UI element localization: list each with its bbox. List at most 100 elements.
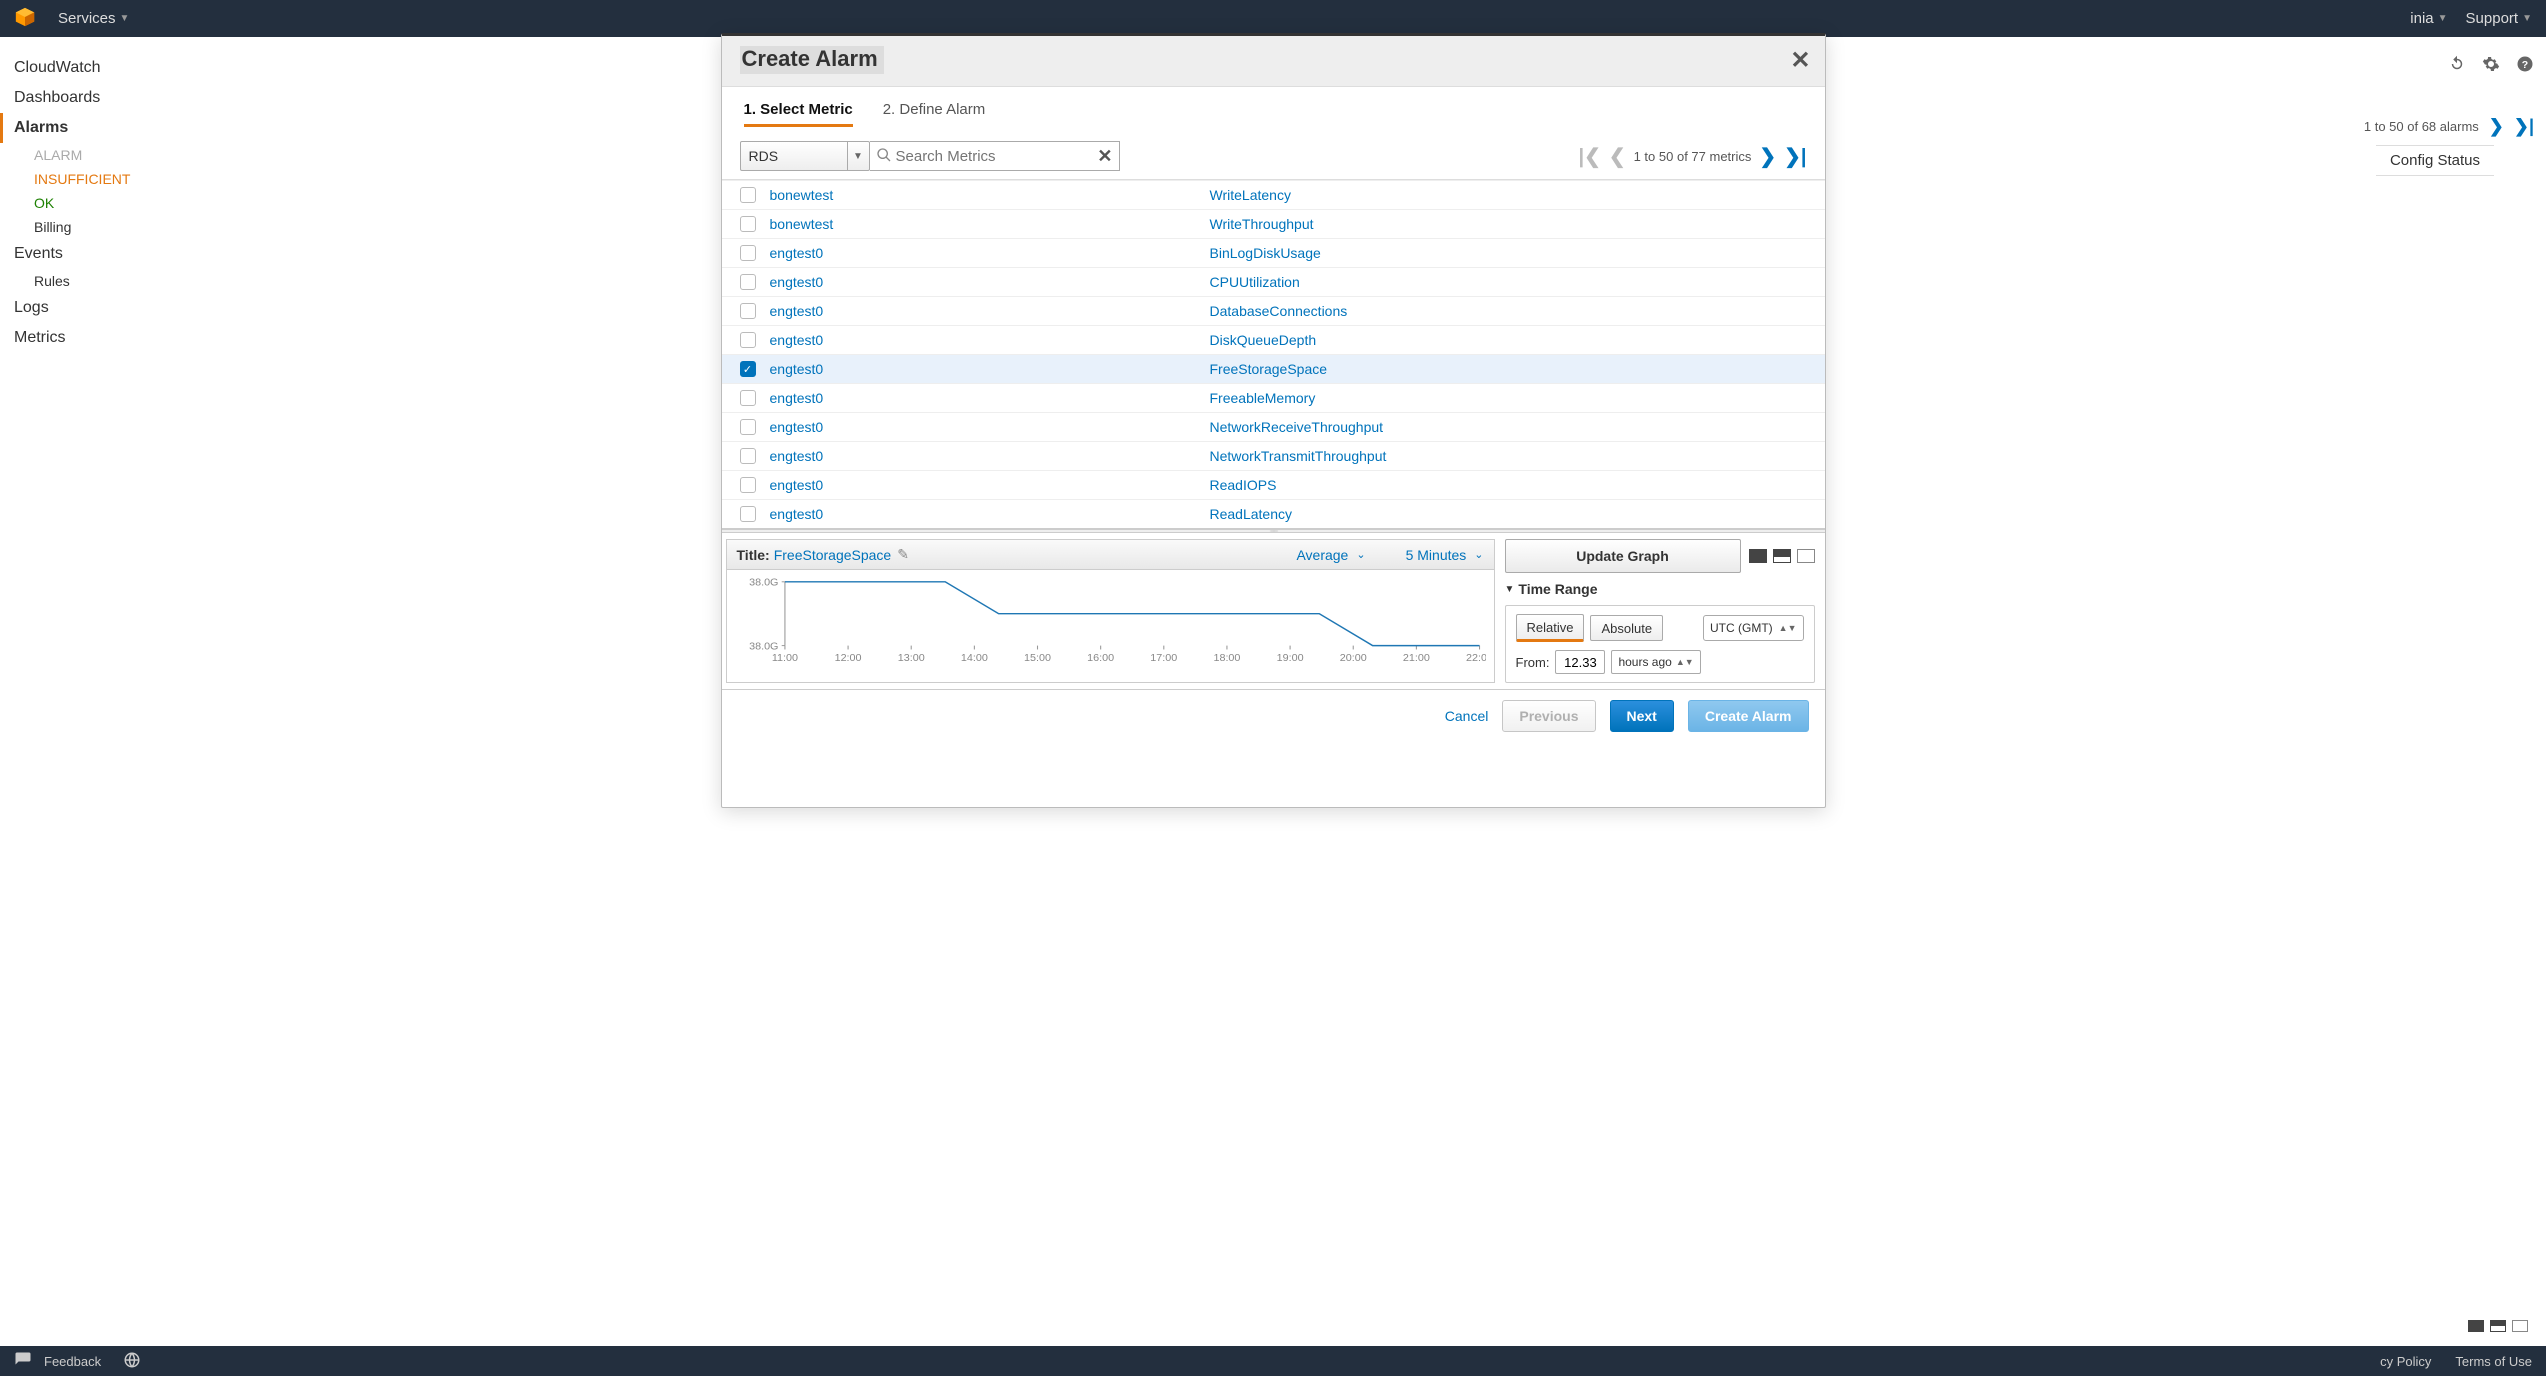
- statistic-select[interactable]: Average⌄: [1296, 547, 1365, 563]
- metric-db-identifier[interactable]: engtest0: [770, 477, 1210, 493]
- metric-row[interactable]: engtest0NetworkTransmitThroughput: [722, 441, 1825, 470]
- namespace-value: RDS: [749, 148, 779, 164]
- close-icon[interactable]: ✕: [1790, 46, 1810, 75]
- metric-row[interactable]: engtest0DatabaseConnections: [722, 296, 1825, 325]
- footer-bar: Feedback cy Policy Terms of Use: [0, 1346, 2546, 1376]
- feedback-link[interactable]: Feedback: [44, 1354, 101, 1369]
- metric-checkbox[interactable]: [740, 419, 756, 435]
- metric-checkbox[interactable]: [740, 332, 756, 348]
- edit-title-icon[interactable]: ✎: [897, 546, 909, 563]
- metric-name[interactable]: ReadIOPS: [1210, 477, 1277, 493]
- from-label: From:: [1516, 655, 1550, 670]
- metric-name[interactable]: NetworkTransmitThroughput: [1210, 448, 1387, 464]
- graph-layout-full-icon[interactable]: [1749, 549, 1767, 563]
- time-range-header[interactable]: ▼Time Range: [1505, 581, 1815, 597]
- metric-row[interactable]: engtest0DiskQueueDepth: [722, 325, 1825, 354]
- metric-name[interactable]: BinLogDiskUsage: [1210, 245, 1321, 261]
- metric-checkbox[interactable]: [740, 245, 756, 261]
- create-alarm-modal: Create Alarm ✕ 1. Select Metric 2. Defin…: [721, 33, 1826, 808]
- metric-row[interactable]: engtest0NetworkReceiveThroughput: [722, 412, 1825, 441]
- terms-link[interactable]: Terms of Use: [2455, 1354, 2532, 1369]
- metrics-first-page[interactable]: |❮: [1578, 144, 1600, 169]
- from-unit-select[interactable]: hours ago▲▼: [1611, 650, 1700, 674]
- metrics-table: bonewtestWriteLatencybonewtestWriteThrou…: [722, 180, 1825, 529]
- metric-row[interactable]: engtest0BinLogDiskUsage: [722, 238, 1825, 267]
- svg-text:18:00: 18:00: [1213, 654, 1240, 663]
- metric-name[interactable]: ReadLatency: [1210, 506, 1293, 522]
- feedback-icon[interactable]: [14, 1351, 32, 1372]
- svg-text:20:00: 20:00: [1339, 654, 1366, 663]
- metrics-prev-page[interactable]: ❮: [1609, 144, 1626, 169]
- metric-row[interactable]: ✓ engtest0FreeStorageSpace: [722, 354, 1825, 383]
- namespace-select[interactable]: RDS ▼: [740, 141, 870, 171]
- metrics-last-page[interactable]: ❯|: [1784, 144, 1806, 169]
- metric-db-identifier[interactable]: engtest0: [770, 332, 1210, 348]
- metric-checkbox[interactable]: [740, 274, 756, 290]
- graph-layout-empty-icon[interactable]: [1797, 549, 1815, 563]
- metric-db-identifier[interactable]: engtest0: [770, 506, 1210, 522]
- metrics-next-page[interactable]: ❯: [1759, 144, 1776, 169]
- support-menu[interactable]: Support▼: [2466, 10, 2532, 27]
- metric-checkbox[interactable]: [740, 303, 756, 319]
- search-input[interactable]: [896, 148, 1098, 165]
- globe-icon[interactable]: [123, 1351, 141, 1372]
- tab-relative[interactable]: Relative: [1516, 614, 1585, 642]
- svg-text:17:00: 17:00: [1150, 654, 1177, 663]
- metric-name[interactable]: WriteThroughput: [1210, 216, 1314, 232]
- metric-name[interactable]: WriteLatency: [1210, 187, 1291, 203]
- metric-row[interactable]: engtest0CPUUtilization: [722, 267, 1825, 296]
- region-menu[interactable]: inia▼: [2410, 10, 2447, 27]
- next-button[interactable]: Next: [1610, 700, 1674, 732]
- metric-db-identifier[interactable]: engtest0: [770, 245, 1210, 261]
- metric-db-identifier[interactable]: engtest0: [770, 419, 1210, 435]
- metric-checkbox[interactable]: [740, 448, 756, 464]
- create-alarm-button[interactable]: Create Alarm: [1688, 700, 1809, 732]
- privacy-link[interactable]: cy Policy: [2380, 1354, 2431, 1369]
- from-value-input[interactable]: [1555, 650, 1605, 674]
- metric-db-identifier[interactable]: engtest0: [770, 390, 1210, 406]
- metric-name[interactable]: FreeStorageSpace: [1210, 361, 1328, 377]
- update-graph-button[interactable]: Update Graph: [1505, 539, 1741, 573]
- metric-checkbox[interactable]: [740, 216, 756, 232]
- svg-text:14:00: 14:00: [960, 654, 987, 663]
- metric-db-identifier[interactable]: engtest0: [770, 274, 1210, 290]
- metric-db-identifier[interactable]: engtest0: [770, 448, 1210, 464]
- metric-name[interactable]: CPUUtilization: [1210, 274, 1300, 290]
- previous-button[interactable]: Previous: [1502, 700, 1595, 732]
- metric-row[interactable]: engtest0FreeableMemory: [722, 383, 1825, 412]
- step-define-alarm[interactable]: 2. Define Alarm: [883, 101, 986, 127]
- metric-row[interactable]: engtest0ReadIOPS: [722, 470, 1825, 499]
- metric-db-identifier[interactable]: bonewtest: [770, 216, 1210, 232]
- top-nav-bar: Services▼ inia▼ Support▼: [0, 0, 2546, 37]
- graph-layout-split-icon[interactable]: [1773, 549, 1791, 563]
- metric-name[interactable]: DatabaseConnections: [1210, 303, 1348, 319]
- metric-checkbox[interactable]: [740, 187, 756, 203]
- clear-search-icon[interactable]: ✕: [1097, 146, 1112, 167]
- step-select-metric[interactable]: 1. Select Metric: [744, 101, 853, 127]
- cancel-button[interactable]: Cancel: [1445, 708, 1489, 724]
- metric-name[interactable]: FreeableMemory: [1210, 390, 1316, 406]
- timezone-select[interactable]: UTC (GMT)▲▼: [1703, 615, 1803, 641]
- metric-row[interactable]: bonewtestWriteThroughput: [722, 209, 1825, 238]
- svg-text:22:00: 22:00: [1466, 654, 1486, 663]
- metric-name[interactable]: DiskQueueDepth: [1210, 332, 1317, 348]
- metric-row[interactable]: engtest0ReadLatency: [722, 499, 1825, 528]
- graph-title-value: FreeStorageSpace: [774, 547, 892, 563]
- metric-db-identifier[interactable]: bonewtest: [770, 187, 1210, 203]
- metric-checkbox[interactable]: [740, 390, 756, 406]
- services-menu[interactable]: Services▼: [58, 10, 129, 27]
- metric-db-identifier[interactable]: engtest0: [770, 303, 1210, 319]
- chevron-down-icon: ▼: [847, 142, 869, 170]
- search-metrics-box: ✕: [870, 141, 1120, 171]
- metrics-paging-text: 1 to 50 of 77 metrics: [1634, 149, 1752, 164]
- metric-db-identifier[interactable]: engtest0: [770, 361, 1210, 377]
- period-select[interactable]: 5 Minutes⌄: [1406, 547, 1484, 563]
- tab-absolute[interactable]: Absolute: [1590, 615, 1663, 641]
- metric-checkbox[interactable]: [740, 477, 756, 493]
- metric-checkbox[interactable]: [740, 506, 756, 522]
- metric-name[interactable]: NetworkReceiveThroughput: [1210, 419, 1384, 435]
- metric-checkbox[interactable]: ✓: [740, 361, 756, 377]
- aws-logo-icon[interactable]: [14, 6, 36, 31]
- modal-title: Create Alarm: [740, 46, 884, 74]
- metric-row[interactable]: bonewtestWriteLatency: [722, 180, 1825, 209]
